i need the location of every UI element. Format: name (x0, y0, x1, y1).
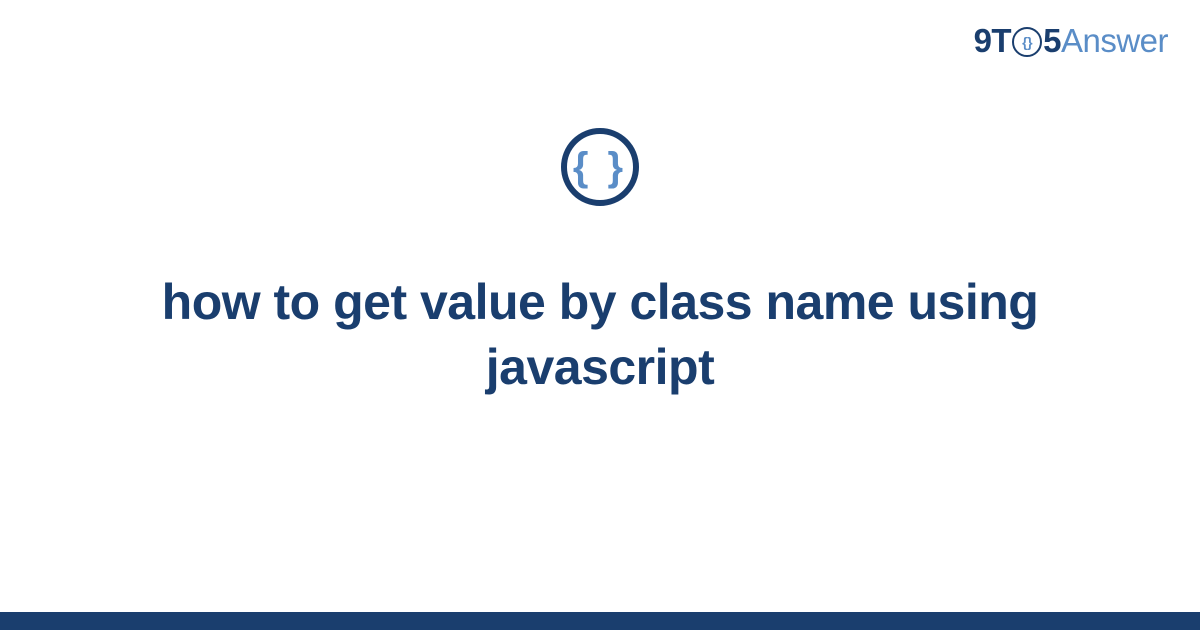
clock-icon: {} (1012, 27, 1042, 57)
site-logo[interactable]: 9T {} 5 Answer (974, 22, 1168, 60)
category-badge: { } (561, 128, 639, 206)
footer-accent-bar (0, 612, 1200, 630)
clock-inner-braces: {} (1022, 35, 1032, 49)
logo-text-5: 5 (1043, 22, 1061, 60)
code-braces-icon: { } (573, 147, 627, 187)
logo-text-9t: 9T (974, 22, 1012, 60)
main-content: { } how to get value by class name using… (0, 128, 1200, 400)
question-title: how to get value by class name using jav… (100, 270, 1100, 400)
logo-text-answer: Answer (1061, 22, 1168, 60)
